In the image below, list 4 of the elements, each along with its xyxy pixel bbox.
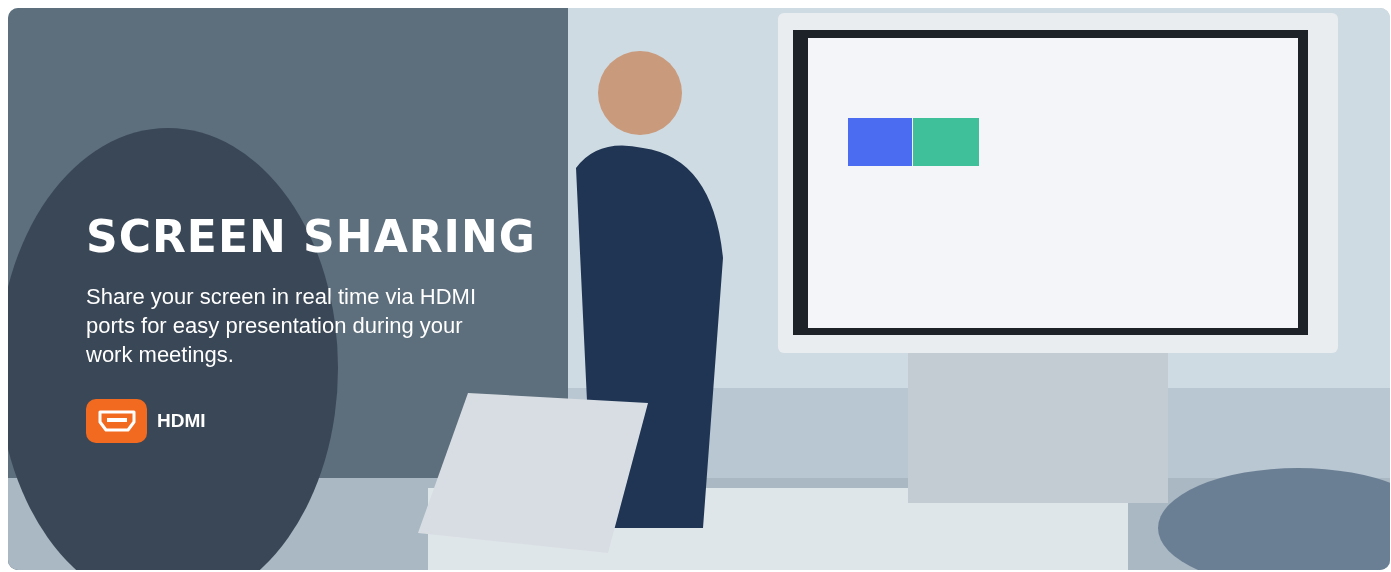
banner-description: Share your screen in real time via HDMI ports for easy presentation during your work meetings. (86, 283, 478, 369)
hdmi-port-icon (86, 399, 147, 443)
feature-label: HDMI (157, 410, 206, 432)
banner-title: SCREEN SHARING (86, 210, 536, 264)
